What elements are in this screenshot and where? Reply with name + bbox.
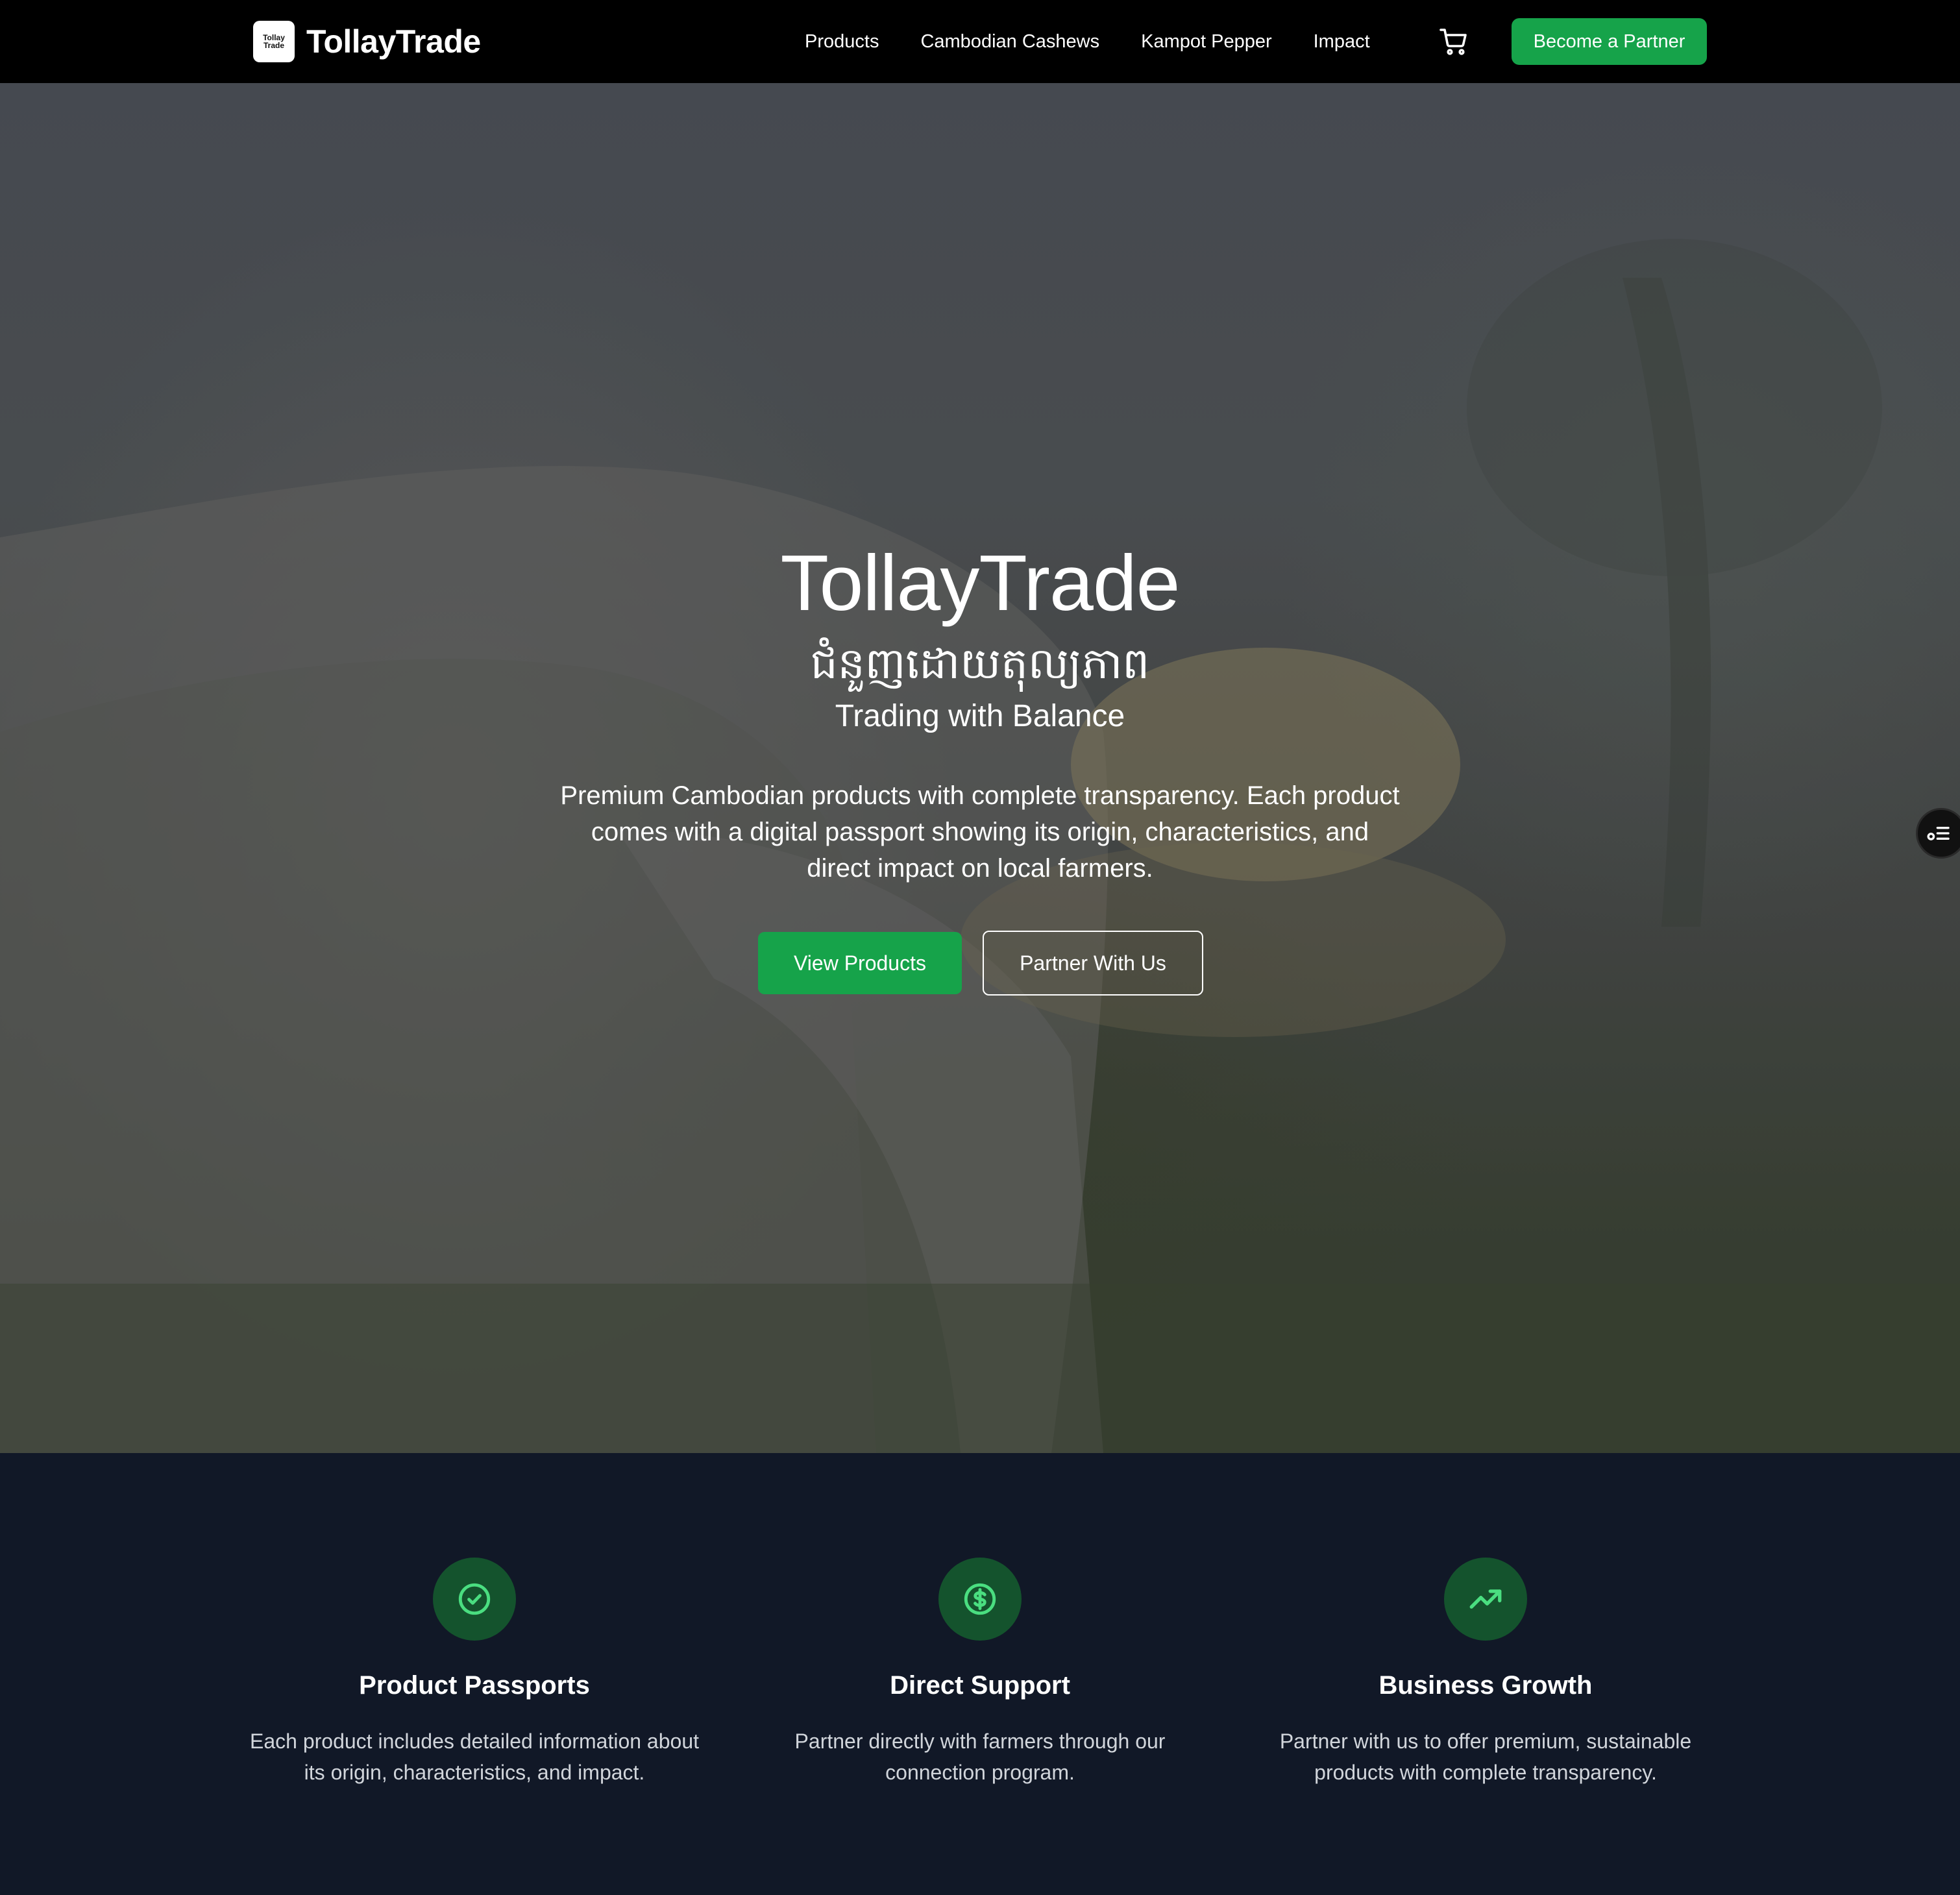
nav-link-impact[interactable]: Impact — [1314, 31, 1370, 53]
feature-description: Partner directly with farmers through ou… — [794, 1730, 1166, 1784]
feature-title: Direct Support — [890, 1671, 1070, 1700]
brand-name: TollayTrade — [306, 23, 481, 60]
dollar-circle-icon — [938, 1558, 1022, 1641]
view-products-button[interactable]: View Products — [758, 932, 962, 994]
nav-link-kampot-pepper[interactable]: Kampot Pepper — [1141, 31, 1272, 53]
hero-section: TollayTrade ជំនួញដោយតុល្យភាព Trading wit… — [0, 83, 1960, 1453]
logo-mark-line2: Trade — [263, 41, 284, 50]
feature-title: Business Growth — [1378, 1671, 1593, 1700]
nav-links: Products Cambodian Cashews Kampot Pepper… — [805, 0, 1412, 83]
feature-title: Product Passports — [359, 1671, 590, 1700]
hero-title: TollayTrade — [780, 539, 1180, 627]
floating-settings-button[interactable] — [1916, 808, 1960, 859]
hero-description: Premium Cambodian products with complete… — [560, 781, 1400, 883]
become-partner-button[interactable]: Become a Partner — [1512, 18, 1707, 65]
brand-logo[interactable]: Tollay Trade TollayTrade — [253, 21, 481, 62]
feature-description: Partner with us to offer premium, sustai… — [1279, 1730, 1692, 1784]
hero-dark-overlay — [0, 83, 1960, 1453]
hero-khmer-subtitle: ជំនួញដោយតុល្យភាព — [810, 639, 1150, 687]
nav-link-products[interactable]: Products — [805, 31, 879, 53]
top-navbar: Tollay Trade TollayTrade Products Cambod… — [0, 0, 1960, 83]
partner-with-us-button[interactable]: Partner With Us — [983, 931, 1203, 996]
feature-description: Each product includes detailed informati… — [250, 1730, 699, 1784]
features-section: Product Passports Each product includes … — [0, 1453, 1960, 1895]
nav-link-cambodian-cashews[interactable]: Cambodian Cashews — [920, 31, 1099, 53]
settings-list-icon — [1927, 827, 1950, 840]
logo-icon: Tollay Trade — [253, 21, 295, 62]
trending-up-icon — [1444, 1558, 1527, 1641]
hero-tagline: Trading with Balance — [835, 699, 1125, 733]
check-circle-icon — [433, 1558, 516, 1641]
cart-icon[interactable] — [1438, 26, 1469, 57]
